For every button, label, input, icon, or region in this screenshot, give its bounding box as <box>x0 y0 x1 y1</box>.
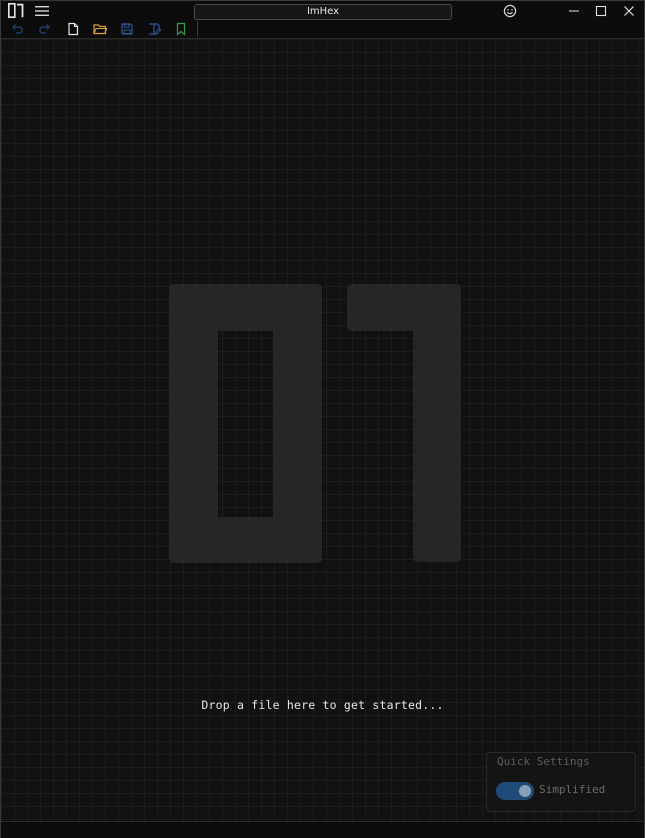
title-bar: ImHex <box>1 1 644 21</box>
new-file-icon[interactable] <box>66 22 80 36</box>
smiley-icon[interactable] <box>503 4 517 18</box>
minimize-icon <box>569 10 579 12</box>
app-logo <box>8 3 24 18</box>
simplified-toggle[interactable] <box>496 782 534 800</box>
redo-icon[interactable] <box>38 22 52 36</box>
status-bar <box>1 821 644 838</box>
close-icon <box>624 6 634 16</box>
open-folder-icon[interactable] <box>93 22 107 36</box>
close-button[interactable] <box>614 1 644 21</box>
toolbar-separator <box>197 21 198 37</box>
menu-icon[interactable] <box>35 5 49 17</box>
undo-icon[interactable] <box>10 22 24 36</box>
save-icon[interactable] <box>120 22 134 36</box>
app-window: ImHex Drop a file here to get started...… <box>0 0 645 838</box>
bookmark-icon[interactable] <box>174 22 188 36</box>
simplified-toggle-label: Simplified <box>539 783 606 796</box>
window-title: ImHex <box>194 4 452 20</box>
maximize-icon <box>595 5 607 17</box>
quick-settings-panel: Quick Settings Simplified <box>486 752 636 812</box>
welcome-area: Drop a file here to get started... Quick… <box>1 39 644 821</box>
toggle-knob <box>519 785 531 797</box>
save-as-icon[interactable] <box>147 22 161 36</box>
quick-settings-title: Quick Settings <box>497 755 590 768</box>
app-watermark-logo <box>169 284 461 563</box>
minimize-button[interactable] <box>559 1 589 21</box>
maximize-button[interactable] <box>586 1 616 21</box>
drop-file-message: Drop a file here to get started... <box>201 698 444 712</box>
toolbar <box>1 21 644 39</box>
